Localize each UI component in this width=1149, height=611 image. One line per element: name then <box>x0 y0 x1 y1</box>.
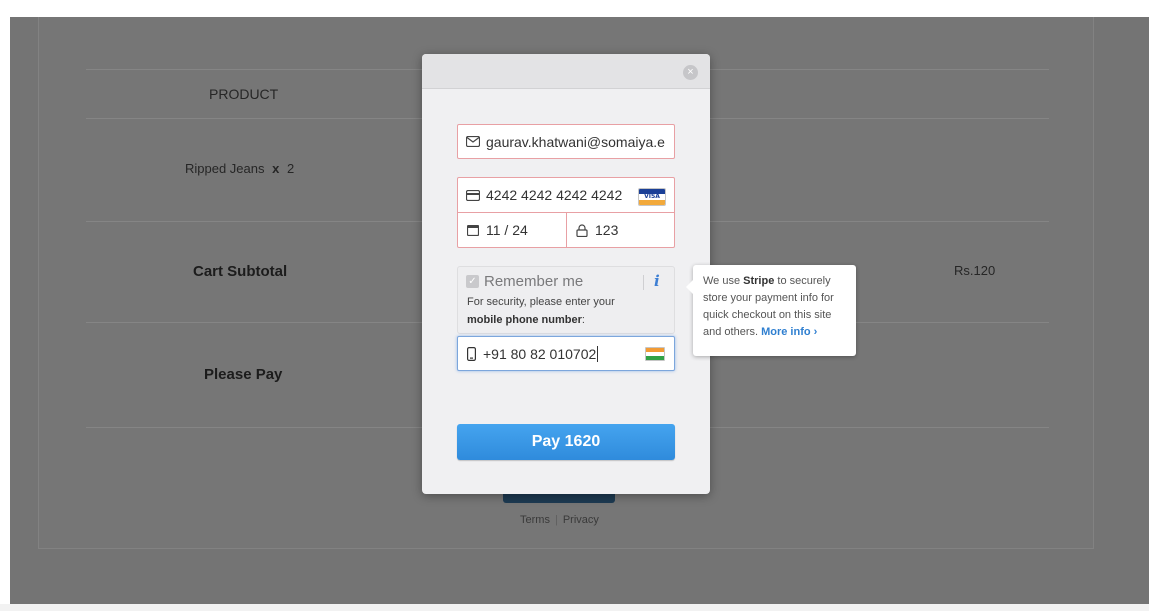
tooltip-brand: Stripe <box>743 275 775 287</box>
privacy-link[interactable]: Privacy <box>563 514 599 526</box>
envelope-icon <box>466 135 480 149</box>
remember-me-checkbox[interactable]: ✓ <box>466 275 479 288</box>
please-pay-label: Please Pay <box>204 366 283 383</box>
cvc-value: 123 <box>595 222 619 238</box>
email-field[interactable]: gaurav.khatwani@somaiya.e <box>457 124 675 159</box>
more-info-link[interactable]: More info › <box>761 326 817 338</box>
cart-subtotal-value: Rs.120 <box>954 263 996 278</box>
tooltip-text-pre: We use <box>703 275 744 287</box>
phone-number-value: +91 80 82 010702 <box>483 345 597 362</box>
cvc-field[interactable]: 123 <box>566 212 675 248</box>
stripe-info-tooltip: We use Stripe to securely store your pay… <box>686 265 856 356</box>
card-number-field[interactable]: 4242 4242 4242 4242 VISA <box>457 177 675 213</box>
phone-number-field[interactable]: +91 80 82 010702 <box>457 336 675 371</box>
mobile-phone-icon <box>467 346 476 361</box>
calendar-icon <box>466 223 480 237</box>
footer-links: Terms | Privacy <box>520 514 599 526</box>
item-name: Ripped Jeans <box>185 161 265 176</box>
close-icon[interactable]: × <box>683 65 698 80</box>
expiry-value: 11 / 24 <box>486 222 528 238</box>
credit-card-icon <box>466 188 480 202</box>
terms-link[interactable]: Terms <box>520 514 550 526</box>
pay-button[interactable]: Pay 1620 <box>457 424 675 460</box>
page-top-strip <box>0 0 1149 17</box>
remember-me-label[interactable]: Remember me <box>484 273 583 290</box>
security-note-end: : <box>581 314 585 326</box>
lock-icon <box>575 223 589 237</box>
text-cursor <box>597 345 599 362</box>
cart-item-row: Ripped Jeans x 2 <box>185 161 294 176</box>
email-value: gaurav.khatwani@somaiya.e <box>486 133 665 150</box>
item-quantity: 2 <box>286 161 295 176</box>
item-times: x <box>272 161 280 176</box>
modal-header <box>422 54 710 89</box>
cart-subtotal-label: Cart Subtotal <box>193 263 288 280</box>
visa-card-icon: VISA <box>638 188 666 206</box>
security-note-line1: For security, please enter your <box>467 296 615 308</box>
page-bottom-strip <box>0 604 1149 611</box>
footer-separator: | <box>554 514 558 526</box>
tooltip-arrow <box>686 280 693 294</box>
info-icon[interactable]: i <box>654 272 660 290</box>
security-note-bold: mobile phone number <box>467 314 582 326</box>
india-flag-icon[interactable] <box>645 347 665 361</box>
remember-divider <box>643 275 644 290</box>
product-column-header: PRODUCT <box>209 86 279 102</box>
expiry-field[interactable]: 11 / 24 <box>457 212 567 248</box>
security-note: For security, please enter your mobile p… <box>467 293 687 329</box>
